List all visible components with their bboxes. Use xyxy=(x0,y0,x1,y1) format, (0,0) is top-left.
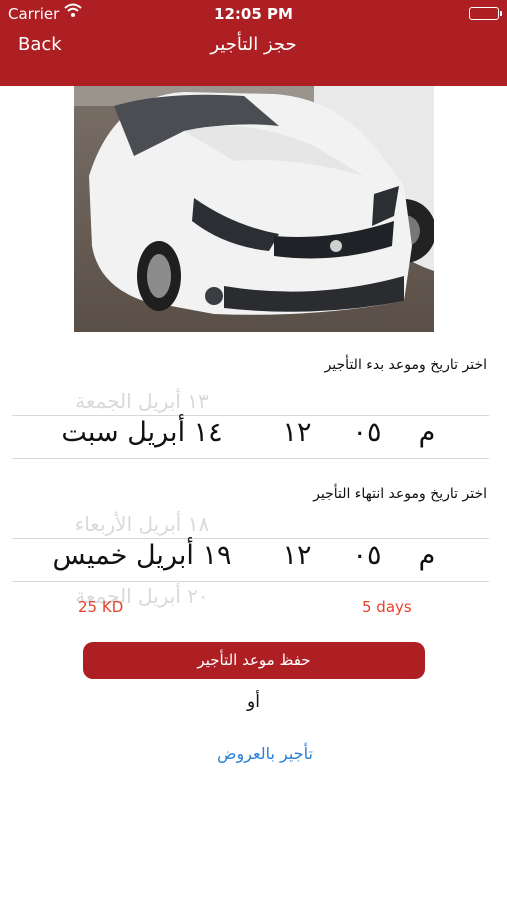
picker-hour[interactable]: ١٢ xyxy=(272,540,322,571)
picker-divider xyxy=(12,581,489,582)
picker-option: ٢٠ أبريل الجمعة xyxy=(75,584,209,608)
battery-icon xyxy=(469,7,502,20)
navigation-bar: Carrier 12:05 PM Back حجز التأجير xyxy=(0,0,507,86)
status-bar: Carrier 12:05 PM xyxy=(0,0,507,28)
car-photo xyxy=(74,86,434,332)
rental-price: 25 KD xyxy=(78,598,124,616)
start-date-label: اختر تاريخ وموعد بدء التأجير xyxy=(324,357,487,373)
picker-option: ١٣ أبريل الجمعة xyxy=(75,389,209,413)
picker-hour[interactable]: ١٢ xyxy=(272,417,322,448)
rent-with-offers-link[interactable]: تأجير بالعروض xyxy=(0,744,507,763)
picker-date[interactable]: ١٩ أبريل خميس xyxy=(42,540,242,571)
status-time: 12:05 PM xyxy=(214,5,293,23)
picker-ampm[interactable]: م xyxy=(407,540,447,571)
end-date-label: اختر تاريخ وموعد انتهاء التأجير xyxy=(313,486,487,502)
picker-divider xyxy=(12,458,489,459)
picker-ampm[interactable]: م xyxy=(407,417,447,448)
picker-date[interactable]: ١٤ أبريل سبت xyxy=(42,417,242,448)
save-booking-button[interactable]: حفظ موعد التأجير xyxy=(83,642,425,679)
picker-option: ١٨ أبريل الأربعاء xyxy=(74,512,210,536)
page-title: حجز التأجير xyxy=(210,34,297,55)
rental-days: 5 days xyxy=(362,598,412,616)
car-image xyxy=(74,86,434,332)
picker-minute[interactable]: ٠٥ xyxy=(342,417,392,448)
or-separator: أو xyxy=(247,692,260,712)
picker-minute[interactable]: ٠٥ xyxy=(342,540,392,571)
picker-divider xyxy=(12,415,489,416)
picker-divider xyxy=(12,538,489,539)
picker-selected-row[interactable]: ١٩ أبريل خميس ١٢ ٠٥ م xyxy=(12,540,489,580)
picker-selected-row[interactable]: ١٤ أبريل سبت ١٢ ٠٥ م xyxy=(12,417,489,457)
